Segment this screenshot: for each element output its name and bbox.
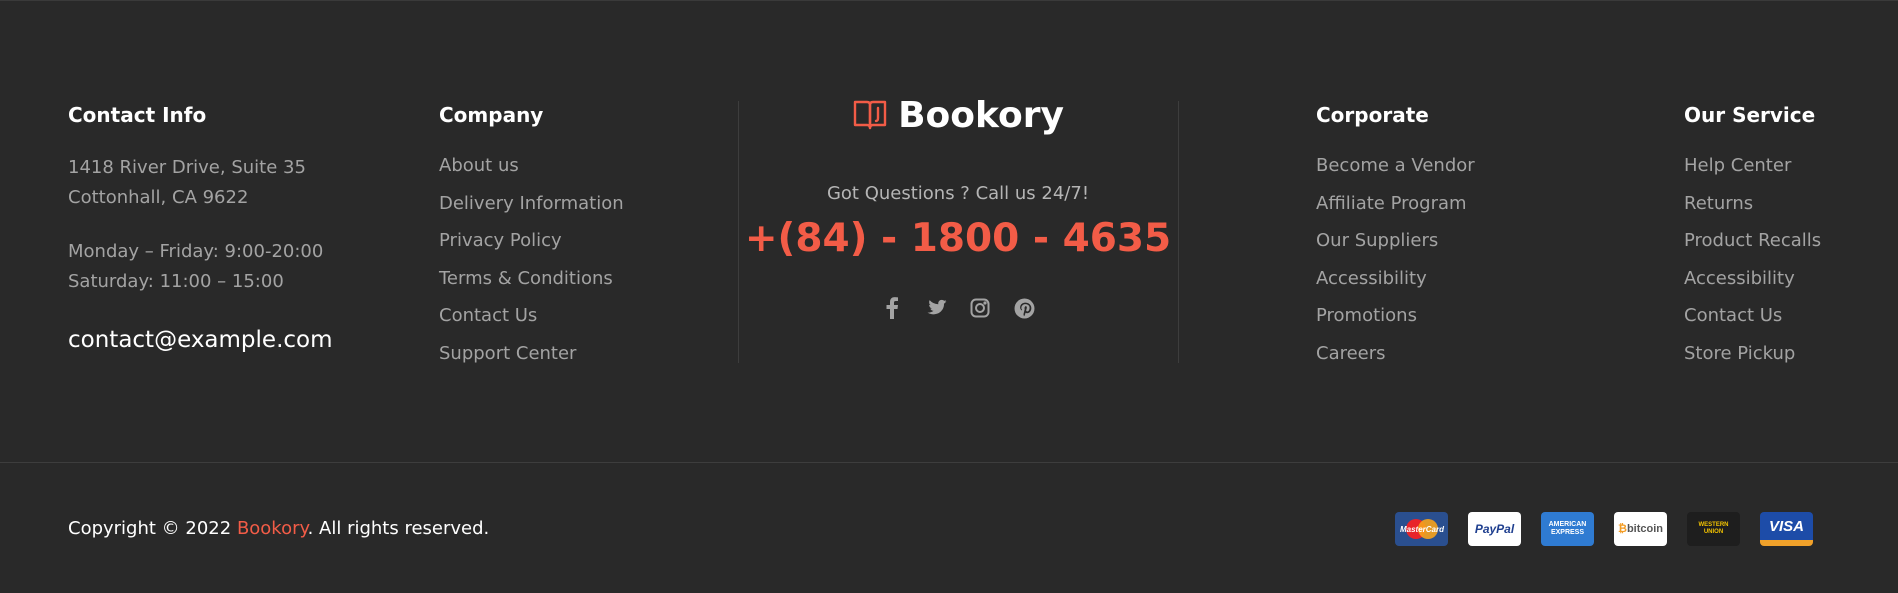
company-link-terms-conditions[interactable]: Terms & Conditions — [439, 260, 624, 298]
paypal-icon: PayPal — [1468, 512, 1521, 546]
company-link-delivery-information[interactable]: Delivery Information — [439, 185, 624, 223]
western-union-label: WESTERN UNION — [1698, 522, 1729, 535]
corporate-link-accessibility[interactable]: Accessibility — [1316, 260, 1475, 298]
address-line-1: 1418 River Drive, Suite 35 — [68, 157, 306, 178]
mastercard-icon: MasterCard — [1395, 512, 1448, 546]
corporate-link-careers[interactable]: Careers — [1316, 335, 1475, 373]
address-line-2: Cottonhall, CA 9622 — [68, 187, 249, 208]
book-icon — [852, 96, 888, 136]
pinterest-icon[interactable] — [1013, 297, 1035, 319]
copyright-brand-link[interactable]: Bookory — [237, 518, 308, 539]
company-link-about-us[interactable]: About us — [439, 147, 624, 185]
contact-email-link[interactable]: contact@example.com — [68, 327, 333, 353]
bitcoin-label: bitcoin — [1626, 523, 1664, 535]
twitter-icon[interactable] — [925, 297, 947, 319]
corporate-heading: Corporate — [1316, 103, 1429, 127]
bitcoin-symbol: ₿ — [1617, 523, 1627, 535]
corporate-link-promotions[interactable]: Promotions — [1316, 297, 1475, 335]
contact-info-heading: Contact Info — [68, 103, 207, 127]
copyright-prefix: Copyright © 2022 — [68, 518, 237, 539]
footer-top: Contact Info 1418 River Drive, Suite 35 … — [0, 0, 1898, 463]
visa-icon: VISA — [1760, 512, 1813, 546]
service-link-accessibility[interactable]: Accessibility — [1684, 260, 1821, 298]
american-express-icon: AMERICAN EXPRESS — [1541, 512, 1594, 546]
bitcoin-icon: ₿ bitcoin — [1614, 512, 1667, 546]
corporate-link-become-a-vendor[interactable]: Become a Vendor — [1316, 147, 1475, 185]
company-link-contact-us[interactable]: Contact Us — [439, 297, 624, 335]
service-link-product-recalls[interactable]: Product Recalls — [1684, 222, 1821, 260]
service-link-contact-us[interactable]: Contact Us — [1684, 297, 1821, 335]
company-links: About us Delivery Information Privacy Po… — [439, 147, 624, 372]
copyright-suffix: . All rights reserved. — [307, 518, 490, 539]
copyright-text: Copyright © 2022 Bookory. All rights res… — [68, 518, 489, 539]
corporate-link-affiliate-program[interactable]: Affiliate Program — [1316, 185, 1475, 223]
paypal-label: PayPal — [1474, 522, 1515, 536]
corporate-links: Become a Vendor Affiliate Program Our Su… — [1316, 147, 1475, 372]
support-phone-number[interactable]: +(84) - 1800 - 4635 — [739, 216, 1177, 261]
service-link-returns[interactable]: Returns — [1684, 185, 1821, 223]
visa-label: VISA — [1768, 517, 1804, 535]
company-link-privacy-policy[interactable]: Privacy Policy — [439, 222, 624, 260]
hours-line-1: Monday – Friday: 9:00-20:00 — [68, 241, 324, 262]
western-union-icon: WESTERN UNION — [1687, 512, 1740, 546]
social-links — [739, 297, 1177, 319]
facebook-icon[interactable] — [881, 297, 903, 319]
service-link-store-pickup[interactable]: Store Pickup — [1684, 335, 1821, 373]
instagram-icon[interactable] — [969, 297, 991, 319]
company-heading: Company — [439, 103, 544, 127]
corporate-link-our-suppliers[interactable]: Our Suppliers — [1316, 222, 1475, 260]
footer-divider — [0, 462, 1898, 463]
service-link-help-center[interactable]: Help Center — [1684, 147, 1821, 185]
american-express-label: AMERICAN EXPRESS — [1548, 521, 1587, 536]
service-links: Help Center Returns Product Recalls Acce… — [1684, 147, 1821, 372]
logo-text: Bookory — [898, 95, 1064, 136]
footer-logo[interactable]: Bookory — [739, 95, 1177, 136]
company-link-support-center[interactable]: Support Center — [439, 335, 624, 373]
hours-line-2: Saturday: 11:00 – 15:00 — [68, 271, 284, 292]
support-question: Got Questions ? Call us 24/7! — [826, 183, 1090, 204]
payment-methods: MasterCard PayPal AMERICAN EXPRESS ₿ bitc… — [1395, 512, 1813, 546]
column-divider-right — [1178, 101, 1179, 363]
opening-hours: Monday – Friday: 9:00-20:00 Saturday: 11… — [68, 237, 323, 297]
mastercard-label: MasterCard — [1399, 525, 1444, 534]
our-service-heading: Our Service — [1684, 103, 1816, 127]
address: 1418 River Drive, Suite 35 Cottonhall, C… — [68, 153, 306, 213]
